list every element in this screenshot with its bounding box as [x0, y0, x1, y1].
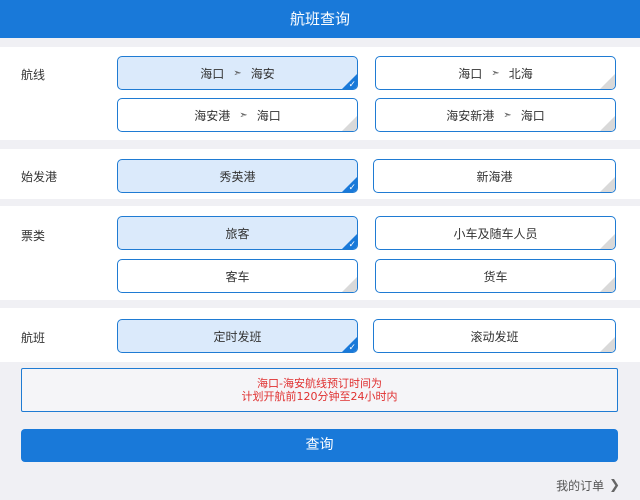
port-option-xiuying[interactable]: 秀英港 ✓ [117, 159, 358, 193]
page-title: 航班查询 [0, 0, 640, 38]
route-option-haikou-haian[interactable]: 海口 ➣ 海安 ✓ [117, 56, 358, 90]
my-orders-label: 我的订单 [556, 479, 605, 493]
route-arrow-icon: ➣ [239, 109, 248, 121]
option-label: 定时发班 [213, 329, 262, 344]
unselected-corner [600, 74, 615, 89]
route-arrow-icon: ➣ [491, 67, 500, 79]
option-label: 秀英港 [219, 169, 256, 184]
unselected-corner [600, 277, 615, 292]
option-label: 旅客 [225, 226, 250, 241]
sailing-option-scheduled[interactable]: 定时发班 ✓ [117, 319, 358, 353]
port-option-xinhai[interactable]: 新海港 [373, 159, 616, 193]
ticket-option-truck[interactable]: 货车 [375, 259, 616, 293]
option-label: 新海港 [476, 169, 513, 184]
unselected-corner [342, 116, 357, 131]
check-icon: ✓ [348, 80, 356, 90]
unselected-corner [600, 337, 615, 352]
route-from: 海安新港 [446, 108, 495, 123]
query-button[interactable]: 查询 [21, 429, 618, 462]
route-arrow-icon: ➣ [503, 109, 512, 121]
route-option-haikou-beihai[interactable]: 海口 ➣ 北海 [375, 56, 616, 90]
check-icon: ✓ [348, 183, 356, 193]
notice-line-1: 海口-海安航线预订时间为 [257, 377, 382, 390]
booking-notice: 海口-海安航线预订时间为 计划开航前120分钟至24小时内 [21, 368, 618, 412]
route-to: 北海 [508, 66, 533, 81]
sailing-section: 航班 定时发班 ✓ 滚动发班 [0, 308, 640, 362]
option-label: 滚动发班 [470, 329, 519, 344]
route-section: 航线 海口 ➣ 海安 ✓ 海口 ➣ 北海 海安港 ➣ 海口 海安新港 ➣ 海口 [0, 47, 640, 140]
ticket-type-section: 票类 旅客 ✓ 小车及随车人员 客车 货车 [0, 206, 640, 300]
unselected-corner [600, 234, 615, 249]
departure-port-section: 始发港 秀英港 ✓ 新海港 [0, 149, 640, 199]
route-from: 海口 [458, 66, 483, 81]
route-to: 海安 [250, 66, 275, 81]
route-arrow-icon: ➣ [233, 67, 242, 79]
option-label: 货车 [483, 269, 508, 284]
ticket-type-label: 票类 [21, 229, 46, 243]
check-icon: ✓ [348, 240, 356, 250]
route-option-haianxingang-haikou[interactable]: 海安新港 ➣ 海口 [375, 98, 616, 132]
route-to: 海口 [520, 108, 545, 123]
unselected-corner [600, 177, 615, 192]
ticket-option-bus[interactable]: 客车 [117, 259, 358, 293]
ticket-option-car[interactable]: 小车及随车人员 [375, 216, 616, 250]
route-option-haiangang-haikou[interactable]: 海安港 ➣ 海口 [117, 98, 358, 132]
route-from: 海口 [200, 66, 225, 81]
route-to: 海口 [256, 108, 281, 123]
sailing-option-rolling[interactable]: 滚动发班 [373, 319, 616, 353]
check-icon: ✓ [348, 343, 356, 353]
option-label: 客车 [225, 269, 250, 284]
departure-port-label: 始发港 [21, 170, 58, 184]
sailing-label: 航班 [21, 331, 46, 345]
ticket-option-passenger[interactable]: 旅客 ✓ [117, 216, 358, 250]
chevron-right-icon: ❯ [609, 478, 620, 493]
route-from: 海安港 [194, 108, 231, 123]
route-label: 航线 [21, 68, 46, 82]
notice-line-2: 计划开航前120分钟至24小时内 [241, 390, 398, 403]
option-label: 小车及随车人员 [453, 226, 538, 241]
unselected-corner [600, 116, 615, 131]
my-orders-link[interactable]: 我的订单 ❯ [556, 477, 620, 494]
unselected-corner [342, 277, 357, 292]
